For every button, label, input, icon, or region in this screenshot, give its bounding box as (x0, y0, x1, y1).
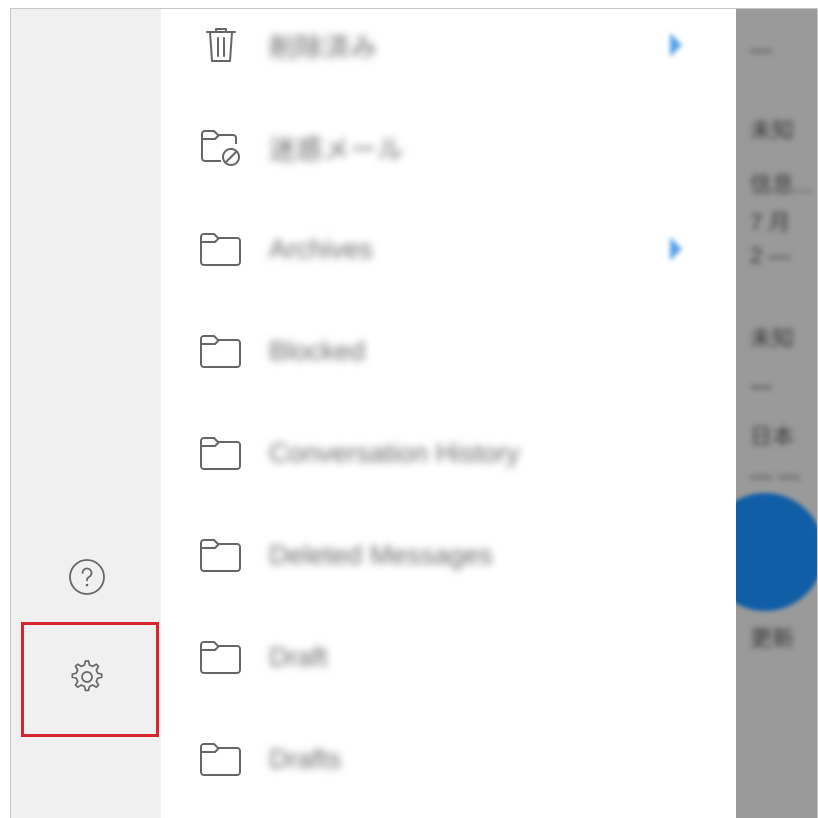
folder-item[interactable]: Draft (161, 606, 736, 708)
expand-chevron-icon[interactable] (666, 31, 686, 59)
expand-chevron-icon[interactable] (666, 235, 686, 263)
background-text: 未知 (750, 118, 795, 143)
folder-label: Deleted Messages (269, 539, 493, 570)
folder-label: Blocked (269, 335, 366, 366)
folder-label: Conversation History (269, 437, 520, 468)
help-circle-icon (69, 559, 105, 595)
trash-icon (197, 21, 245, 69)
folder-item[interactable]: Drafts (161, 708, 736, 810)
folder-label: 削除済み (269, 32, 377, 63)
compose-fab (736, 493, 817, 611)
dimmed-background: — 未知 信息... 7 月2 — 未知一日本 — — 更新 (736, 9, 817, 818)
background-text: 信息... (750, 172, 813, 197)
folder-label: 迷惑メール (269, 134, 404, 165)
folder-item[interactable]: Blocked (161, 300, 736, 402)
folder-item[interactable]: Deleted Messages (161, 504, 736, 606)
background-text: — (750, 37, 772, 62)
folder-icon (197, 327, 245, 375)
help-button[interactable] (67, 557, 107, 597)
folder-list: 削除済み迷惑メール Archives Blocked Conversation His… (161, 9, 736, 818)
folder-item[interactable]: Conversation History (161, 402, 736, 504)
blocked-folder-icon (197, 123, 245, 171)
background-text: 一 (750, 376, 773, 401)
folder-icon (197, 735, 245, 783)
folder-item[interactable]: Archives (161, 198, 736, 300)
background-text: 2 — (750, 243, 791, 268)
settings-highlight (21, 622, 159, 737)
app-window: 削除済み迷惑メール Archives Blocked Conversation His… (10, 8, 818, 818)
folder-item[interactable]: 削除済み (161, 9, 736, 96)
background-text: — — (750, 463, 801, 488)
folder-label: Draft (269, 641, 328, 672)
folder-icon (197, 225, 245, 273)
background-text: 未知 (750, 326, 795, 351)
folder-label: Drafts (269, 743, 342, 774)
background-text: 日本 (750, 424, 795, 449)
folder-label: Archives (269, 233, 373, 264)
folder-icon (197, 633, 245, 681)
folder-icon (197, 429, 245, 477)
background-text: 7 月 (750, 210, 791, 235)
background-text: 更新 (750, 626, 795, 651)
folder-item[interactable]: 迷惑メール (161, 96, 736, 198)
folder-icon (197, 531, 245, 579)
